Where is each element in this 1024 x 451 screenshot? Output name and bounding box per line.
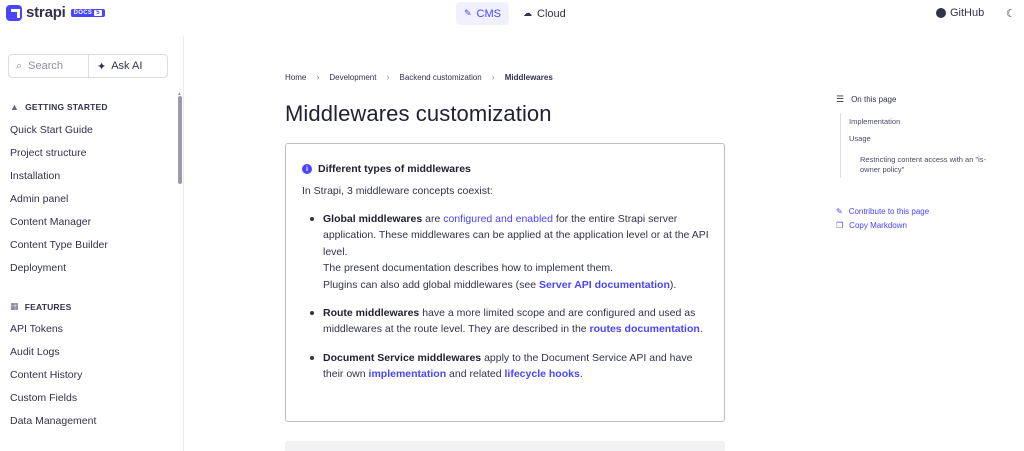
routes-docs-link[interactable]: routes documentation xyxy=(590,323,700,335)
top-navbar: strapi DOCS 5 ✎ CMS ☁ Cloud GitHub ☾ xyxy=(0,0,1024,27)
breadcrumb-home[interactable]: Home xyxy=(285,73,306,82)
tab-cloud[interactable]: ☁ Cloud xyxy=(515,2,574,25)
rocket-icon: ▲ xyxy=(10,102,20,112)
breadcrumb: Home › Development › Backend customizati… xyxy=(285,72,553,82)
toc-item-usage[interactable]: Usage xyxy=(849,134,871,144)
sidebar-item-custom-fields[interactable]: Custom Fields xyxy=(10,392,77,404)
search-row: ⌕ Search ✦ Ask AI xyxy=(8,54,168,78)
sidebar-item-installation[interactable]: Installation xyxy=(10,170,60,182)
list-item-document-service: Document Service middlewares apply to th… xyxy=(310,350,712,383)
breadcrumb-development[interactable]: Development xyxy=(329,73,376,82)
sidebar-item-content-history[interactable]: Content History xyxy=(10,369,82,381)
toc-divider xyxy=(840,113,841,178)
sidebar-item-content-manager[interactable]: Content Manager xyxy=(10,216,91,228)
docs-badge: DOCS 5 xyxy=(70,8,105,17)
strapi-logo-icon xyxy=(6,4,22,21)
info-icon: i xyxy=(302,164,312,174)
callout-intro: In Strapi, 3 middleware concepts coexist… xyxy=(302,185,493,197)
list-item-global: Global middlewares are configured and en… xyxy=(310,211,712,293)
server-api-docs-link[interactable]: Server API documentation xyxy=(539,279,670,291)
code-block-top xyxy=(285,441,725,451)
sidebar-item-data-management[interactable]: Data Management xyxy=(10,415,96,427)
toc-item-implementation[interactable]: Implementation xyxy=(849,117,900,127)
strapi-logo[interactable]: strapi DOCS 5 xyxy=(6,4,105,21)
pencil-icon: ✎ xyxy=(836,207,843,216)
dark-mode-toggle-icon[interactable]: ☾ xyxy=(1006,7,1016,20)
info-callout: i Different types of middlewares In Stra… xyxy=(285,143,725,422)
section-features: ▦ FEATURES xyxy=(10,301,72,312)
github-link[interactable]: GitHub xyxy=(936,7,984,19)
copy-markdown-button[interactable]: ❐ Copy Markdown xyxy=(836,221,907,230)
chevron-right-icon: › xyxy=(316,72,320,82)
sidebar-scrollbar[interactable] xyxy=(178,96,182,184)
implementation-link[interactable]: implementation xyxy=(369,368,447,380)
sidebar-item-admin-panel[interactable]: Admin panel xyxy=(10,193,68,205)
search-icon: ⌕ xyxy=(16,59,23,72)
sidebar-item-quick-start[interactable]: Quick Start Guide xyxy=(10,124,93,136)
breadcrumb-current: Middlewares xyxy=(504,72,553,82)
contribute-link[interactable]: ✎ Contribute to this page xyxy=(836,207,929,216)
sidebar-item-api-tokens[interactable]: API Tokens xyxy=(10,323,63,335)
breadcrumb-backend-customization[interactable]: Backend customization xyxy=(399,73,481,82)
search-input[interactable]: ⌕ Search xyxy=(9,55,89,77)
brand-name: strapi xyxy=(26,4,66,21)
chevron-right-icon: › xyxy=(491,72,495,82)
lifecycle-hooks-link[interactable]: lifecycle hooks xyxy=(505,368,580,380)
copy-icon: ❐ xyxy=(836,221,844,230)
page-title: Middlewares customization xyxy=(285,101,552,126)
section-getting-started: ▲ GETTING STARTED xyxy=(10,102,108,112)
product-tabs: ✎ CMS ☁ Cloud xyxy=(456,2,574,25)
callout-title: i Different types of middlewares xyxy=(302,163,471,175)
sidebar: ⌕ Search ✦ Ask AI ▲ GETTING STARTED Quic… xyxy=(0,36,184,451)
sidebar-item-content-type-builder[interactable]: Content Type Builder xyxy=(10,239,108,251)
sparkle-icon: ✦ xyxy=(97,60,107,73)
cms-icon: ✎ xyxy=(464,8,472,18)
features-icon: ▦ xyxy=(10,301,19,311)
sidebar-item-deployment[interactable]: Deployment xyxy=(10,262,66,274)
configured-enabled-link[interactable]: configured and enabled xyxy=(443,213,553,225)
ask-ai-button[interactable]: ✦ Ask AI xyxy=(89,55,167,77)
github-icon xyxy=(936,8,946,18)
tab-cms[interactable]: ✎ CMS xyxy=(456,2,509,25)
chevron-right-icon: › xyxy=(386,72,390,82)
cloud-icon: ☁ xyxy=(523,8,532,18)
list-icon: ☰ xyxy=(836,94,845,104)
toc-title: ☰ On this page xyxy=(836,94,897,104)
sidebar-item-audit-logs[interactable]: Audit Logs xyxy=(10,346,60,358)
toc-item-restricting-content[interactable]: Restricting content access with an "is-o… xyxy=(860,155,986,175)
sidebar-item-project-structure[interactable]: Project structure xyxy=(10,147,86,159)
middleware-types-list: Global middlewares are configured and en… xyxy=(310,211,712,383)
list-item-route: Route middlewares have a more limited sc… xyxy=(310,305,712,338)
